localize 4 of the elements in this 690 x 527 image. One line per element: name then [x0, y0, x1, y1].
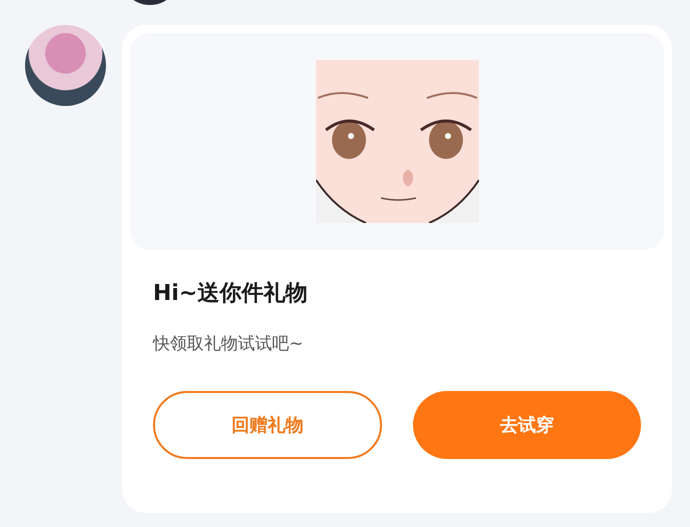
card-title: Hi~送你件礼物 [153, 280, 308, 308]
return-gift-button[interactable]: 回赠礼物 [153, 391, 382, 459]
try-on-button[interactable]: 去试穿 [412, 391, 641, 459]
card-subtitle: 快领取礼物试试吧~ [153, 333, 304, 355]
